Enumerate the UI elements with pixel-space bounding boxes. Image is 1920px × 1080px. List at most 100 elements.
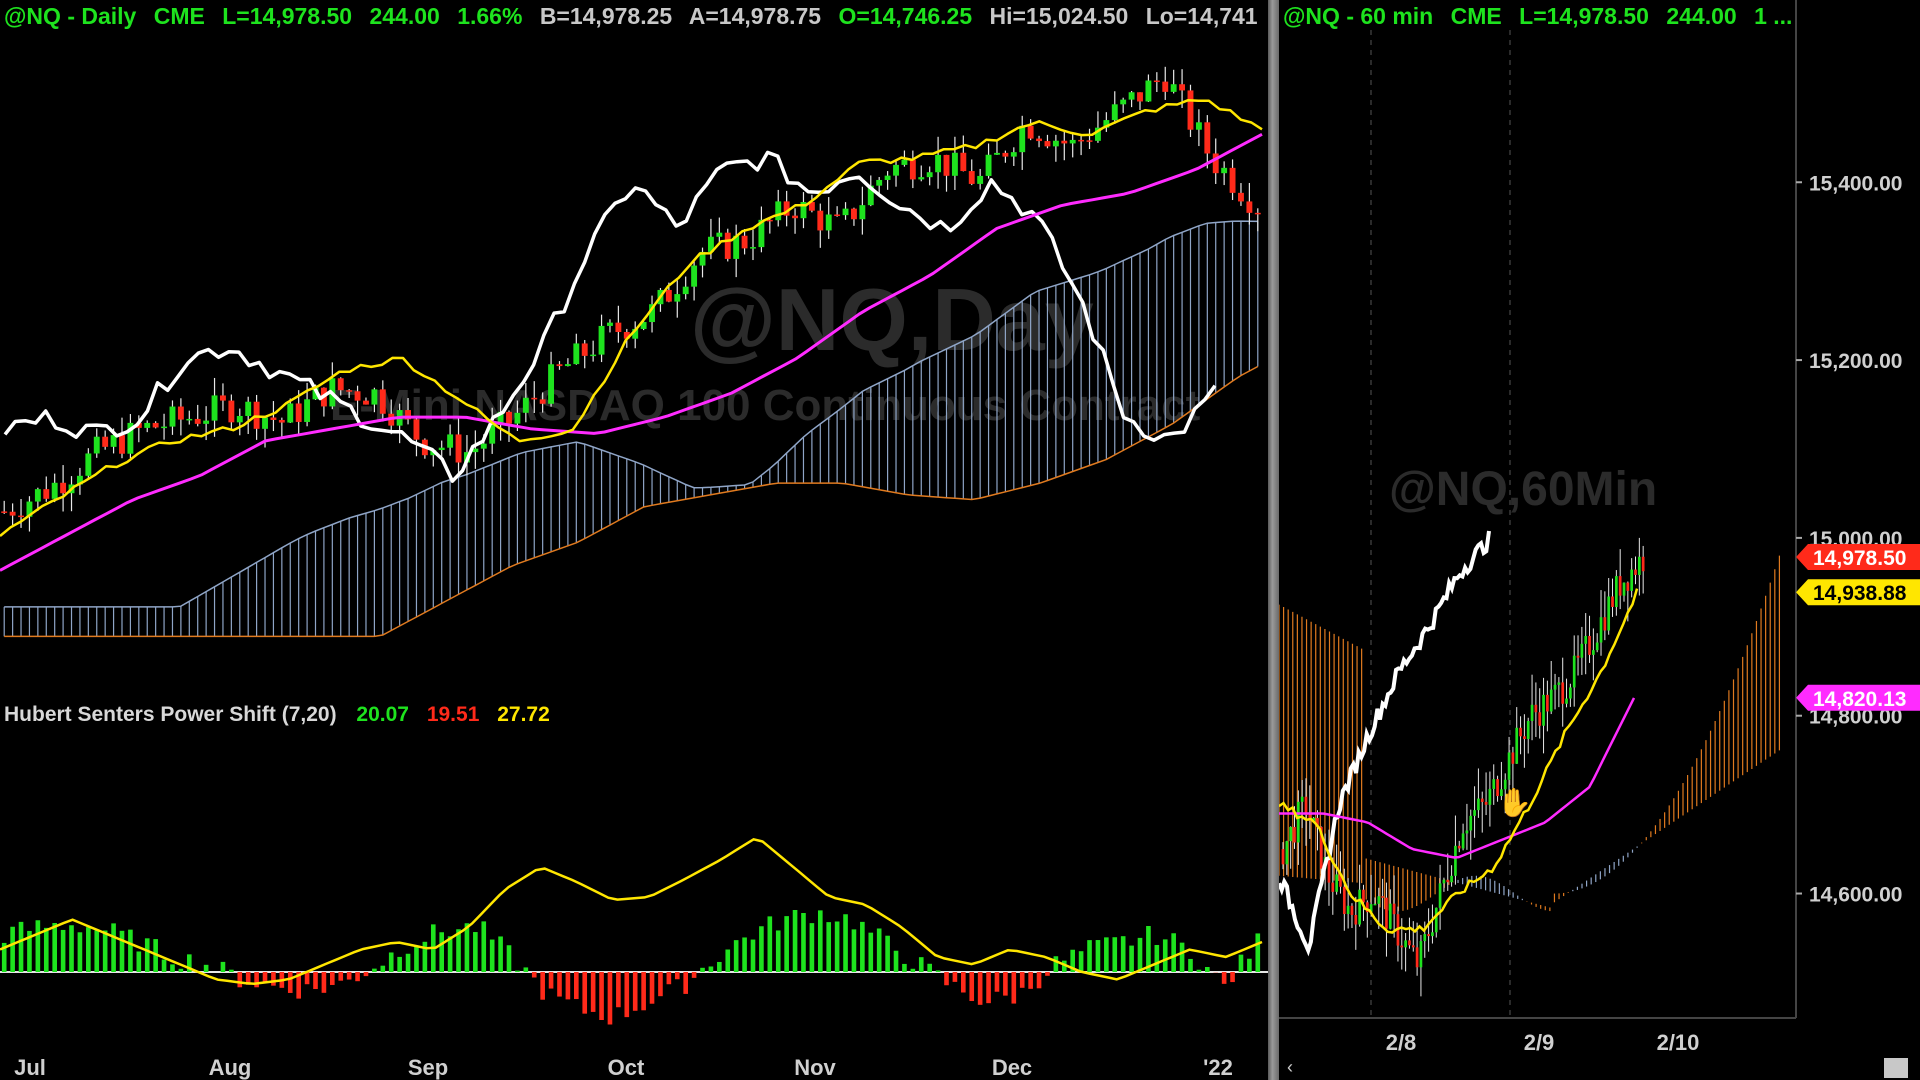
candle-body (144, 422, 151, 428)
candle-body (1221, 167, 1228, 174)
price-axis-label: 15,400.00 (1809, 172, 1902, 195)
candle-body (270, 417, 277, 420)
candle-body (1281, 849, 1285, 865)
candle-body (926, 172, 933, 178)
candle-body (438, 447, 445, 451)
daily-watermark-symbol: @NQ,Day (690, 270, 1094, 369)
candle-body (893, 164, 899, 176)
candle-body (1465, 830, 1469, 834)
candle-body (9, 511, 16, 516)
candle-body (1027, 125, 1034, 139)
candle-body (1630, 569, 1634, 591)
price-axis-label: 15,200.00 (1809, 350, 1902, 373)
candle-body (1592, 650, 1595, 655)
candle-body (1373, 903, 1377, 906)
candle-body (1477, 798, 1480, 811)
candle-body (1137, 92, 1143, 102)
candle-body (522, 397, 529, 413)
price-marker-label: 14,938.88 (1813, 582, 1907, 605)
candle-body (1454, 845, 1457, 876)
x-axis-label: Sep (408, 1055, 448, 1080)
hourly-chart-panel[interactable]: @NQ - 60 min CME L=14,978.50 244.00 1 ..… (1279, 0, 1920, 1080)
candle-body (724, 232, 731, 259)
candle-body (1572, 655, 1576, 688)
candle-body (1331, 882, 1335, 892)
candle-body (1010, 152, 1017, 157)
x-axis-label: Oct (608, 1055, 645, 1080)
candle-body (1381, 896, 1384, 898)
candle-body (691, 265, 698, 287)
candle-body (295, 403, 302, 422)
candle-body (539, 399, 546, 404)
candle-body (1153, 80, 1160, 83)
candle-body (1078, 139, 1085, 142)
candle-body (1622, 582, 1626, 596)
scroll-left-arrow[interactable]: ‹ (1287, 1057, 1293, 1078)
candle-body (1641, 556, 1645, 572)
candle-body (1002, 152, 1009, 157)
candle-body (1480, 798, 1484, 802)
scrollbar-thumb[interactable] (1884, 1058, 1908, 1078)
candle-body (590, 354, 597, 357)
candle-body (43, 489, 50, 499)
candle-body (1450, 875, 1453, 883)
candle-body (1296, 801, 1300, 843)
candle-body (1473, 810, 1476, 816)
panel-divider[interactable] (1268, 0, 1279, 1080)
hourly-price-plot[interactable]: @NQ,60Min 15,400.0015,200.0015,000.0014,… (1279, 0, 1920, 1080)
candle-body (1427, 934, 1430, 937)
candle-body (1423, 934, 1427, 942)
indicator-value-3: 27.72 (497, 703, 550, 726)
candle-body (1293, 826, 1296, 843)
candle-body (548, 364, 555, 404)
candle-body (1618, 576, 1622, 596)
candle-body (1607, 596, 1611, 631)
candle-body (1442, 879, 1446, 884)
candle-body (1229, 167, 1236, 193)
candle-body (1289, 826, 1293, 842)
daily-chart-panel[interactable]: @NQ - Daily CME L=14,978.50 244.00 1.66%… (0, 0, 1268, 1080)
candle-body (1362, 889, 1365, 903)
candle-body (1507, 752, 1511, 780)
candle-body (51, 482, 58, 499)
candle-body (1561, 682, 1565, 704)
x-axis-label: Dec (992, 1055, 1032, 1080)
candle-body (960, 152, 967, 172)
candle-body (228, 400, 235, 423)
candle-body (1515, 727, 1519, 764)
candle-body (1588, 635, 1591, 655)
candle-body (1204, 122, 1211, 154)
price-marker-label: 14,820.13 (1813, 688, 1906, 711)
candle-body (1195, 122, 1202, 130)
candle-body (379, 389, 386, 414)
candle-body (1304, 796, 1308, 815)
time-axis-label: 2/8 (1386, 1030, 1417, 1055)
candle-body (152, 422, 159, 428)
candle-body (851, 208, 857, 220)
candle-body (1584, 635, 1588, 644)
candle-body (1, 511, 8, 513)
x-axis-label: '22 (1203, 1055, 1233, 1080)
candle-body (1300, 796, 1304, 802)
candle-body (1354, 914, 1358, 925)
candle-body (1615, 576, 1618, 607)
candle-body (607, 322, 613, 326)
candle-body (750, 247, 756, 249)
candle-body (169, 406, 176, 427)
candle-body (102, 436, 109, 447)
candle-body (1246, 201, 1253, 213)
candle-body (1350, 905, 1354, 915)
candle-body (1086, 140, 1093, 142)
candle-body (1595, 642, 1599, 651)
candle-body (1523, 736, 1526, 739)
candle-body (1530, 704, 1534, 721)
candle-body (531, 397, 538, 400)
candle-body (304, 399, 311, 422)
daily-price-plot[interactable]: @NQ,Day E-Mini NASDAQ 100 Continuous Con… (0, 0, 1268, 1080)
candle-body (1036, 138, 1042, 142)
candle-body (1238, 192, 1244, 202)
candle-body (842, 208, 849, 216)
candle-body (1392, 903, 1396, 915)
price-axis-label: 14,600.00 (1809, 884, 1902, 907)
candle-body (194, 418, 201, 424)
